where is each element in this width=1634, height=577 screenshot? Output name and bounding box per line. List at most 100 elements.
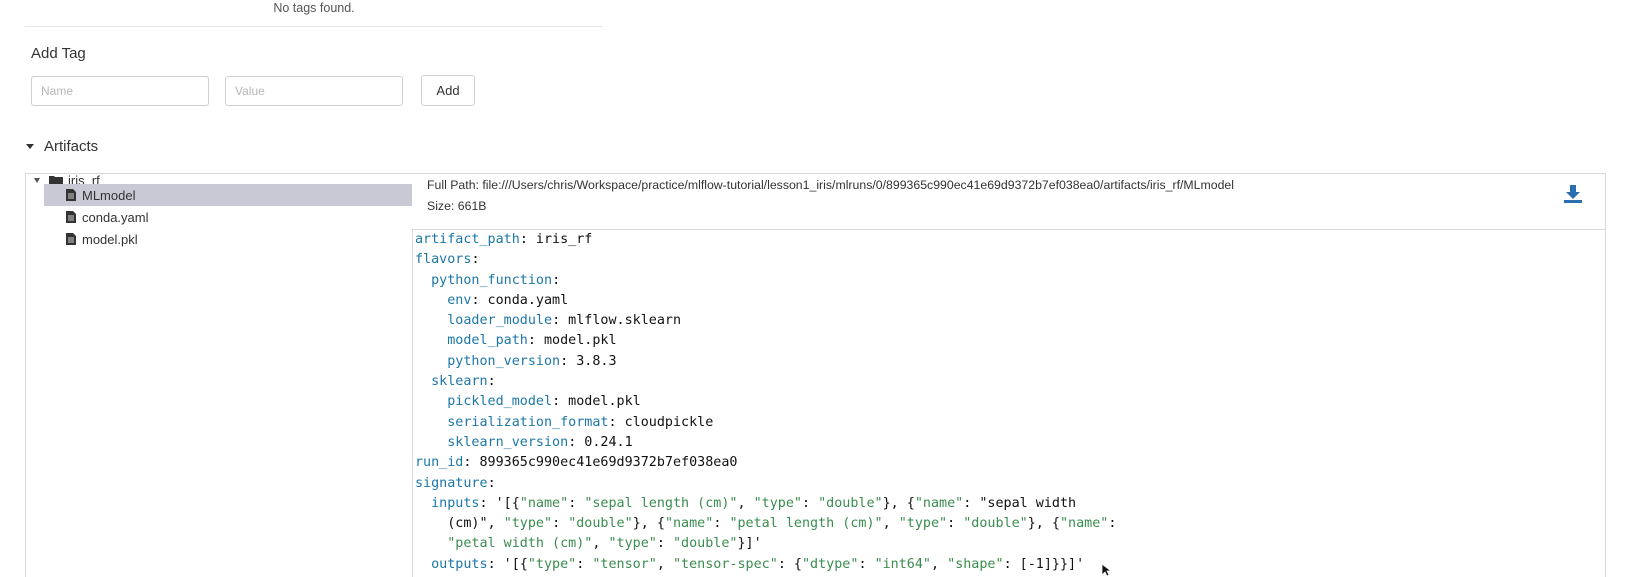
tree-file-model-pkl[interactable]: model.pkl [66, 228, 138, 250]
code-line: outputs: '[{"type": "tensor", "tensor-sp… [415, 555, 1116, 575]
code-text: : mlflow.sklearn [552, 313, 682, 329]
code-text: , [931, 556, 948, 572]
code-text: : '[{ [487, 556, 528, 572]
full-path-label: Full Path: [427, 178, 479, 192]
code-key: signature [415, 475, 488, 491]
code-text: : conda.yaml [471, 292, 569, 308]
code-string: "type" [753, 495, 802, 511]
tree-file-conda-yaml[interactable]: conda.yaml [66, 206, 148, 228]
code-text: : [656, 536, 673, 552]
code-line: artifact_path: iris_rf [415, 230, 1116, 250]
code-text: : [487, 374, 496, 390]
code-key: run_id [415, 455, 464, 471]
code-string: "name" [1060, 516, 1109, 532]
code-text: }, { [1027, 516, 1060, 532]
code-key: python_function [431, 272, 553, 288]
tag-value-input[interactable] [225, 76, 403, 106]
code-line: sklearn: [415, 372, 1116, 392]
artifact-detail: Full Path: file:///Users/chris/Workspace… [412, 174, 1605, 577]
code-line: sklearn_version: 0.24.1 [415, 433, 1116, 453]
code-text: : cloudpickle [608, 414, 714, 430]
code-line: python_version: 3.8.3 [415, 352, 1116, 372]
code-line: signature: [415, 474, 1116, 494]
code-text: : [487, 475, 496, 491]
code-line: "petal width (cm)", "type": "double"}]' [415, 534, 1116, 554]
code-string: "tensor" [592, 556, 657, 572]
code-line: run_id: 899365c990ec41e69d9372b7ef038ea0 [415, 453, 1116, 473]
code-string: "type" [503, 516, 553, 532]
code-string: "int64" [874, 556, 931, 572]
artifact-panel: iris_rf MLmodel conda.yaml model.pkl Ful… [25, 173, 1606, 577]
code-text: }, { [882, 495, 915, 511]
artifact-tree: iris_rf MLmodel conda.yaml model.pkl [26, 173, 412, 577]
add-tag-button[interactable]: Add [421, 75, 475, 106]
code-text: : model.pkl [527, 333, 617, 349]
code-text: : [552, 272, 561, 288]
code-string: "name" [519, 495, 569, 511]
code-line: pickled_model: model.pkl [415, 392, 1116, 412]
mlmodel-code: artifact_path: iris_rf flavors: python_fu… [415, 230, 1116, 575]
artifact-code-viewer: artifact_path: iris_rf flavors: python_fu… [412, 229, 1605, 577]
tag-name-input[interactable] [31, 76, 209, 106]
code-key: serialization_format [447, 414, 609, 430]
artifacts-section-toggle[interactable]: Artifacts [24, 136, 98, 156]
code-string: "dtype" [802, 556, 859, 572]
code-line: serialization_format: cloudpickle [415, 413, 1116, 433]
tree-file-mlmodel[interactable]: MLmodel [44, 184, 412, 206]
code-line: flavors: [415, 250, 1116, 270]
caret-down-icon [26, 143, 34, 149]
tree-file-label: MLmodel [82, 187, 136, 203]
code-key: env [447, 292, 472, 308]
code-string: "type" [608, 536, 657, 552]
code-text: : [576, 556, 593, 572]
code-string: "double" [673, 536, 738, 552]
code-text: : [552, 516, 569, 532]
code-text: : [568, 495, 585, 511]
code-line: python_function: [415, 271, 1116, 291]
code-text: : "sepal width [963, 495, 1077, 511]
code-line: loader_module: mlflow.sklearn [415, 311, 1116, 331]
code-key: python_version [447, 353, 561, 369]
size-value: 661B [457, 199, 487, 213]
size-label: Size: [427, 199, 455, 213]
full-path: Full Path: file:///Users/chris/Workspace… [427, 178, 1234, 192]
code-string: "petal length (cm)" [729, 516, 883, 532]
code-text: (cm)", [415, 516, 504, 532]
artifacts-title: Artifacts [44, 137, 99, 155]
code-line: model_path: model.pkl [415, 331, 1116, 351]
code-text: : { [777, 556, 802, 572]
code-text: }, { [632, 516, 665, 532]
code-text: : [1108, 516, 1117, 532]
add-tag-title: Add Tag [31, 45, 86, 62]
code-key: flavors [415, 252, 472, 268]
code-key: outputs [431, 556, 488, 572]
code-text: : [858, 556, 875, 572]
code-text: : [-1]}}]' [1003, 556, 1085, 572]
code-string: "name" [664, 516, 714, 532]
full-path-value: file:///Users/chris/Workspace/practice/m… [482, 178, 1234, 192]
code-text: : iris_rf [519, 232, 593, 247]
code-text: , [882, 516, 899, 532]
download-icon[interactable] [1563, 184, 1583, 204]
caret-down-icon[interactable] [34, 177, 40, 183]
code-key: sklearn [431, 374, 488, 390]
code-text: : 3.8.3 [560, 353, 617, 369]
code-string: "double" [818, 495, 883, 511]
code-string: "petal width (cm)" [447, 536, 593, 552]
code-string: "shape" [947, 556, 1004, 572]
mouse-cursor-icon [1101, 563, 1113, 577]
code-line: inputs: '[{"name": "sepal length (cm)", … [415, 494, 1116, 514]
code-string: "sepal length (cm)" [584, 495, 738, 511]
code-string: "type" [527, 556, 577, 572]
tags-table-empty-row: No tags found. [25, 0, 603, 27]
